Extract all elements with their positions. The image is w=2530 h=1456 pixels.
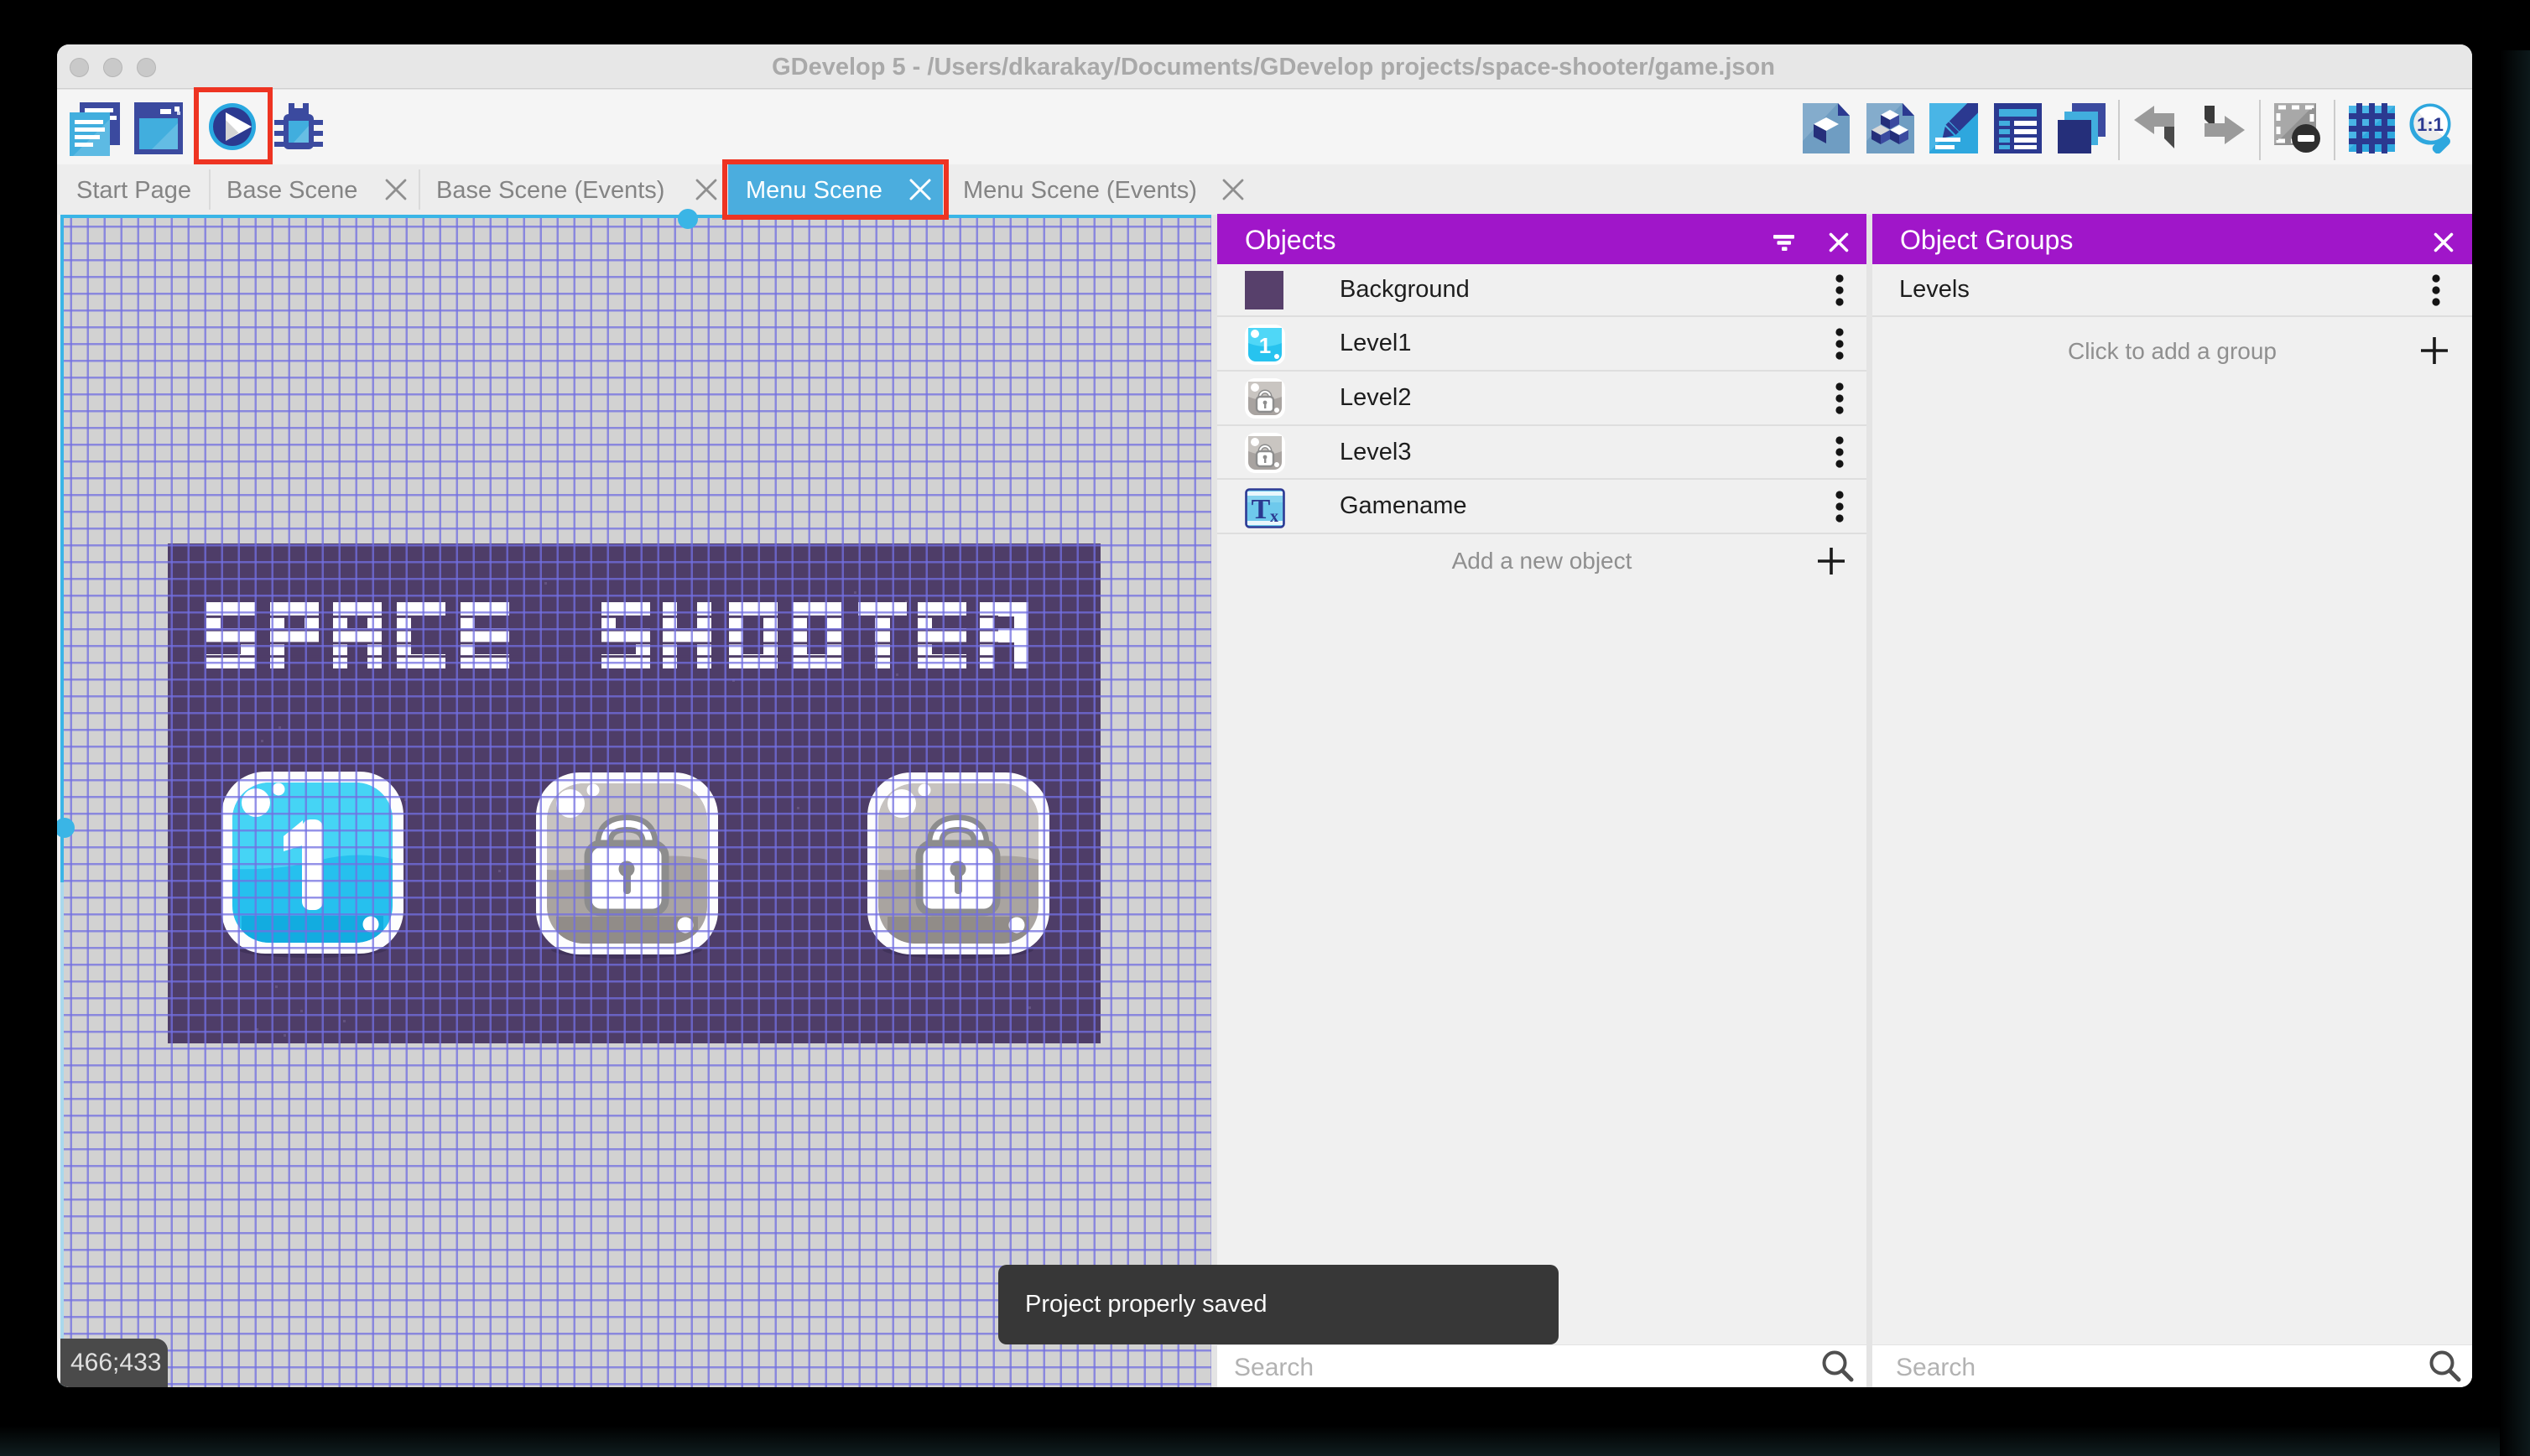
svg-text:T: T [1252,494,1271,525]
svg-text:x: x [1270,507,1278,526]
svg-text:1:1: 1:1 [2417,114,2444,135]
svg-text:1: 1 [1259,333,1271,358]
